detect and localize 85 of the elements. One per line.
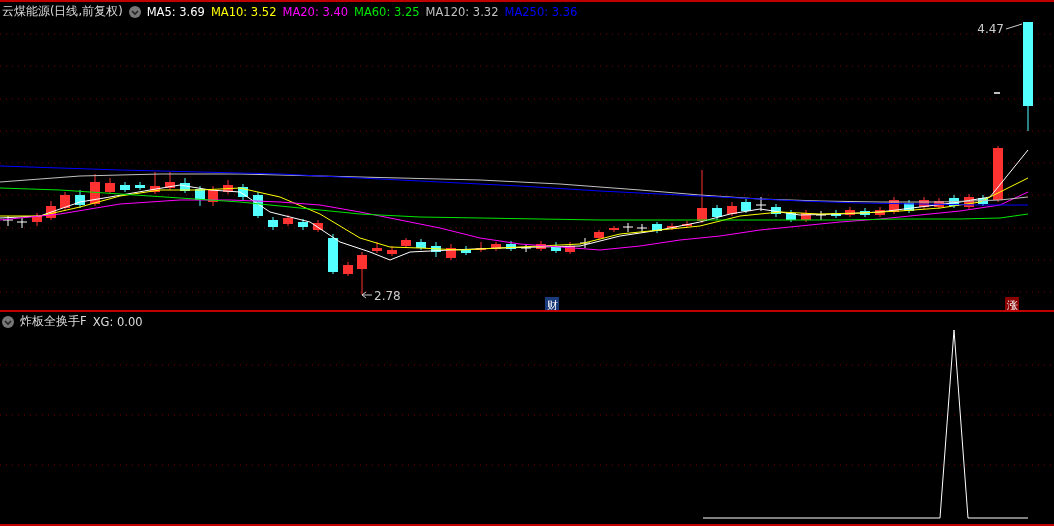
candlestick: [520, 243, 532, 253]
candlestick: [904, 199, 914, 214]
candlestick: [135, 181, 145, 191]
candlestick: [461, 245, 471, 256]
candlestick: [313, 219, 323, 233]
candlestick: [298, 218, 308, 231]
candlestick: [889, 196, 899, 215]
candlestick: [387, 245, 397, 257]
moving-average-reading: MA5: 3.69: [146, 4, 205, 19]
candlestick: [46, 200, 56, 221]
tick-mark: [993, 92, 1001, 94]
candlestick: [771, 203, 781, 218]
candlestick: [667, 222, 677, 231]
moving-average-reading: MA120: 3.32: [425, 4, 499, 19]
candlestick: [594, 229, 604, 241]
candlestick: [506, 240, 516, 252]
candlestick: [223, 179, 233, 195]
moving-average-reading: MA60: 3.25: [354, 4, 420, 19]
candlestick: [622, 222, 634, 233]
event-marker[interactable]: 涨: [1005, 297, 1019, 310]
candlestick: [919, 196, 929, 210]
candlestick: [357, 251, 367, 296]
candlestick: [682, 220, 692, 229]
candlestick: [446, 243, 456, 261]
candlestick: [801, 209, 811, 223]
moving-average-reading: MA10: 3.52: [210, 4, 277, 19]
candlestick: [491, 241, 501, 252]
candlestick: [416, 238, 426, 251]
candlestick: [786, 209, 796, 223]
candlestick: [579, 237, 591, 249]
candlestick: [741, 198, 751, 214]
candlestick: [551, 241, 561, 254]
dropdown-icon[interactable]: [2, 315, 14, 328]
candlestick: [90, 173, 100, 207]
candlestick: [727, 201, 737, 217]
moving-average-reading: MA250: 3.36: [504, 4, 578, 19]
candlestick: [75, 189, 85, 209]
candlestick: [2, 215, 14, 227]
candlestick: [195, 185, 205, 207]
indicator-name: 炸板全换手F: [20, 314, 87, 329]
candlestick: [697, 169, 707, 224]
candlestick: [652, 221, 662, 234]
candlestick: [565, 241, 575, 255]
candlestick: [831, 209, 841, 219]
candlestick: [993, 145, 1003, 203]
candlestick: [238, 183, 248, 201]
candlestick: [150, 171, 160, 195]
indicator-reading: XG: 0.00: [92, 314, 143, 329]
candlestick: [978, 194, 988, 207]
candlestick: [860, 207, 870, 218]
candlestick: [964, 193, 974, 210]
candlestick: [283, 214, 293, 227]
candlestick: [16, 217, 28, 229]
candlestick: [180, 177, 190, 194]
candlestick: [949, 194, 959, 209]
candlestick: [609, 225, 619, 233]
candlestick: [32, 212, 42, 227]
candlestick: [328, 233, 338, 275]
candlestick: [934, 197, 944, 210]
candlestick: [712, 204, 722, 221]
moving-average-reading: MA20: 3.40: [282, 4, 348, 19]
high-price-label: 4.47: [977, 22, 1004, 36]
leader-line: [1005, 23, 1023, 30]
candlestick: [815, 210, 827, 221]
chart-title: 云煤能源(日线,前复权): [2, 4, 123, 19]
candlestick: [372, 241, 382, 254]
candlestick: [636, 223, 648, 233]
candlestick: [60, 191, 70, 211]
candlestick: [875, 206, 885, 218]
candlestick: [755, 196, 767, 212]
candlestick: [431, 241, 441, 258]
arrow-icon: [361, 291, 373, 299]
candlestick: [536, 240, 546, 252]
candlestick: [208, 185, 218, 207]
candlestick: [343, 261, 353, 277]
dropdown-icon[interactable]: [128, 5, 141, 18]
candlestick: [105, 177, 115, 195]
candlestick: [120, 181, 130, 193]
candlestick: [401, 237, 411, 249]
candlestick: [165, 171, 175, 191]
candlestick: [253, 191, 263, 219]
candlestick: [845, 206, 855, 218]
low-price-label: 2.78: [374, 289, 401, 303]
candlestick: [268, 216, 278, 231]
event-marker[interactable]: 财: [545, 297, 559, 310]
